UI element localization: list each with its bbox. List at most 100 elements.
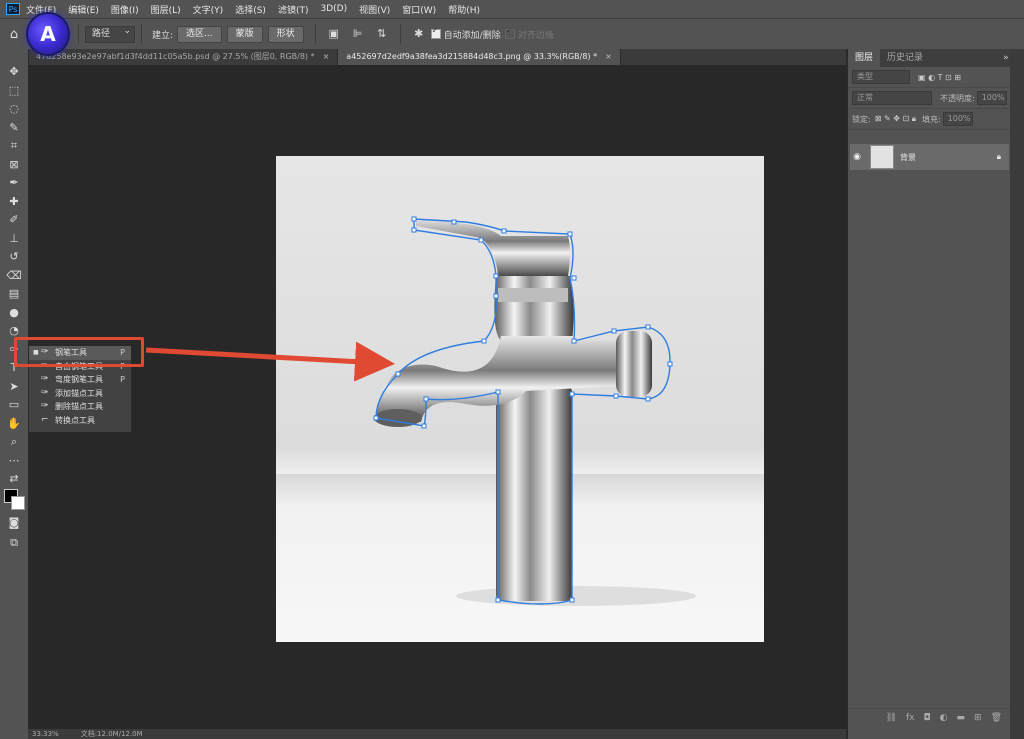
menu-edit[interactable]: 编辑(E) — [68, 3, 99, 16]
background-color-swatch[interactable] — [11, 496, 25, 510]
menu-filter[interactable]: 滤镜(T) — [278, 3, 309, 16]
fill-label: 填充: — [921, 114, 941, 124]
filter-icons[interactable]: ▣ ◐ T ⊡ ⊞ — [918, 73, 961, 82]
eyedropper-tool-icon[interactable]: ✒ — [0, 174, 28, 193]
rectangle-tool-icon[interactable]: ▭ — [0, 396, 28, 415]
zoom-level[interactable]: 33.33% — [28, 730, 59, 738]
menu-select[interactable]: 选择(S) — [235, 3, 266, 16]
menu-image[interactable]: 图像(I) — [111, 3, 139, 16]
photoshop-logo: Ps — [6, 3, 20, 15]
more-tools-icon[interactable]: ⋯ — [0, 452, 28, 471]
healing-brush-tool-icon[interactable]: ✚ — [0, 193, 28, 212]
clone-stamp-tool-icon[interactable]: ⊥ — [0, 230, 28, 249]
lock-row: 锁定: ⊠ ✎ ✥ ⊡ 🔒︎ 填充: 100% — [848, 109, 1024, 130]
blend-row: 正常 不透明度: 100% — [848, 88, 1024, 109]
align-edges-checkbox[interactable] — [504, 26, 515, 39]
screen-mode-icon[interactable]: ⧉ — [0, 534, 28, 553]
document-size: 文档:12.0M/12.0M — [80, 730, 143, 738]
divider — [141, 24, 142, 44]
mask-button[interactable]: 蒙版 — [226, 25, 263, 43]
flyout-label: 弯度钢笔工具 — [55, 375, 103, 384]
adjustment-layer-icon[interactable]: ◐ — [940, 713, 948, 723]
document-canvas[interactable] — [276, 156, 764, 642]
faucet-image — [373, 216, 696, 606]
filter-kind-select[interactable]: 类型 — [852, 70, 910, 84]
add-mask-icon[interactable]: ◘ — [924, 713, 931, 723]
delete-anchor-icon: ✑ — [41, 401, 49, 411]
path-selection-tool-icon[interactable]: ➤ — [0, 378, 28, 397]
divider — [78, 24, 79, 44]
fx-icon[interactable]: fx — [906, 713, 915, 723]
lock-label: 锁定: — [852, 114, 871, 124]
move-tool-icon[interactable]: ✥ — [0, 63, 28, 82]
menu-help[interactable]: 帮助(H) — [448, 3, 480, 16]
shape-button[interactable]: 形状 — [267, 25, 304, 43]
crop-tool-icon[interactable]: ⌗ — [0, 137, 28, 156]
flyout-item-convert-point[interactable]: ⌐ 转换点工具 — [29, 414, 131, 428]
add-anchor-icon: ✑ — [41, 387, 49, 398]
curvature-pen-icon: ✑ — [41, 374, 49, 384]
selection-button[interactable]: 选区... — [177, 25, 222, 43]
menu-view[interactable]: 视图(V) — [359, 3, 390, 16]
auto-add-delete-label: 自动添加/删除 — [443, 30, 501, 41]
quick-mask-icon[interactable]: ◙ — [0, 514, 28, 533]
flyout-item-delete-anchor[interactable]: ✑ 删除锚点工具 — [29, 400, 131, 414]
home-icon[interactable]: ⌂ — [0, 27, 28, 42]
menu-window[interactable]: 窗口(W) — [402, 3, 436, 16]
close-icon[interactable]: × — [323, 49, 330, 65]
status-bar: 33.33% 文档:12.0M/12.0M — [28, 729, 846, 739]
frame-tool-icon[interactable]: ⊠ — [0, 156, 28, 175]
swap-colors-icon[interactable]: ⇄ — [0, 470, 28, 489]
quick-select-tool-icon[interactable]: ✎ — [0, 119, 28, 138]
opacity-input[interactable]: 100% — [976, 91, 1007, 105]
auto-add-delete-checkbox[interactable] — [430, 26, 441, 39]
annotation-highlight-box — [14, 337, 144, 367]
layer-row-background[interactable]: ◉ 背景 🔒︎ — [850, 144, 1009, 170]
tab-document-2[interactable]: a452697d2edf9a38fea3d215884d48c3.png @ 3… — [338, 49, 621, 65]
tab-document-1[interactable]: 47d258e93e2e97abf1d3f4dd11c05a5b.psd @ 2… — [28, 49, 339, 65]
trash-icon[interactable]: 🗑︎ — [991, 713, 1002, 723]
tab-history[interactable]: 历史记录 — [880, 49, 930, 67]
gradient-tool-icon[interactable]: ▤ — [0, 285, 28, 304]
eye-icon[interactable]: ◉ — [850, 152, 864, 162]
flyout-item-add-anchor[interactable]: ✑ 添加锚点工具 — [29, 387, 131, 401]
tab-layers[interactable]: 图层 — [848, 49, 881, 67]
history-brush-tool-icon[interactable]: ↺ — [0, 248, 28, 267]
menu-type[interactable]: 文字(Y) — [193, 3, 224, 16]
blend-mode-select[interactable]: 正常 — [852, 91, 932, 105]
hand-tool-icon[interactable]: ✋ — [0, 415, 28, 434]
menu-3d[interactable]: 3D(D) — [320, 4, 347, 14]
eraser-tool-icon[interactable]: ⌫ — [0, 267, 28, 286]
divider — [399, 24, 401, 44]
new-layer-icon[interactable]: ⊞ — [974, 713, 982, 723]
fill-input[interactable]: 100% — [942, 112, 973, 126]
lock-icons[interactable]: ⊠ ✎ ✥ ⊡ 🔒︎ — [875, 114, 916, 124]
flyout-label: 转换点工具 — [55, 415, 95, 425]
lasso-tool-icon[interactable]: ◌ — [0, 100, 28, 119]
path-mode-select[interactable]: 路径 — [85, 24, 135, 43]
align-edges-label: 对齐边缘 — [517, 30, 554, 41]
panel-tabs: 图层 历史记录 » ≡ — [848, 49, 1024, 67]
link-layers-icon[interactable]: ⛓ — [886, 713, 897, 723]
brush-tool-icon[interactable]: ✐ — [0, 211, 28, 230]
gear-icon[interactable]: ✱ — [411, 26, 427, 42]
layer-name[interactable]: 背景 — [900, 152, 916, 163]
convert-point-icon: ⌐ — [41, 414, 49, 425]
close-icon[interactable]: × — [605, 49, 612, 65]
new-group-icon[interactable]: ▬ — [957, 713, 966, 723]
flyout-item-curvature-pen[interactable]: ✑ 弯度钢笔工具 P — [29, 373, 131, 387]
divider — [314, 24, 316, 44]
document-tabs: 47d258e93e2e97abf1d3f4dd11c05a5b.psd @ 2… — [28, 49, 846, 65]
tools-panel: ✥ ⬚ ◌ ✎ ⌗ ⊠ ✒ ✚ ✐ ⊥ ↺ ⌫ ▤ ● ◔ ✑ T ➤ ▭ ✋ … — [0, 49, 29, 739]
layer-thumbnail — [870, 145, 894, 169]
path-operations-icon[interactable]: ▣ — [326, 26, 342, 42]
marquee-tool-icon[interactable]: ⬚ — [0, 82, 28, 101]
opacity-label: 不透明度: — [940, 93, 975, 103]
path-alignment-icon[interactable]: ⊫ — [350, 26, 366, 42]
blur-tool-icon[interactable]: ● — [0, 304, 28, 323]
layer-filter-row: 类型 ▣ ◐ T ⊡ ⊞ — [848, 67, 1024, 88]
zoom-tool-icon[interactable]: ⌕ — [0, 433, 28, 452]
panel-dock-strip — [1010, 49, 1024, 739]
menu-layer[interactable]: 图层(L) — [151, 3, 181, 16]
path-arrangement-icon[interactable]: ⇅ — [374, 26, 390, 42]
